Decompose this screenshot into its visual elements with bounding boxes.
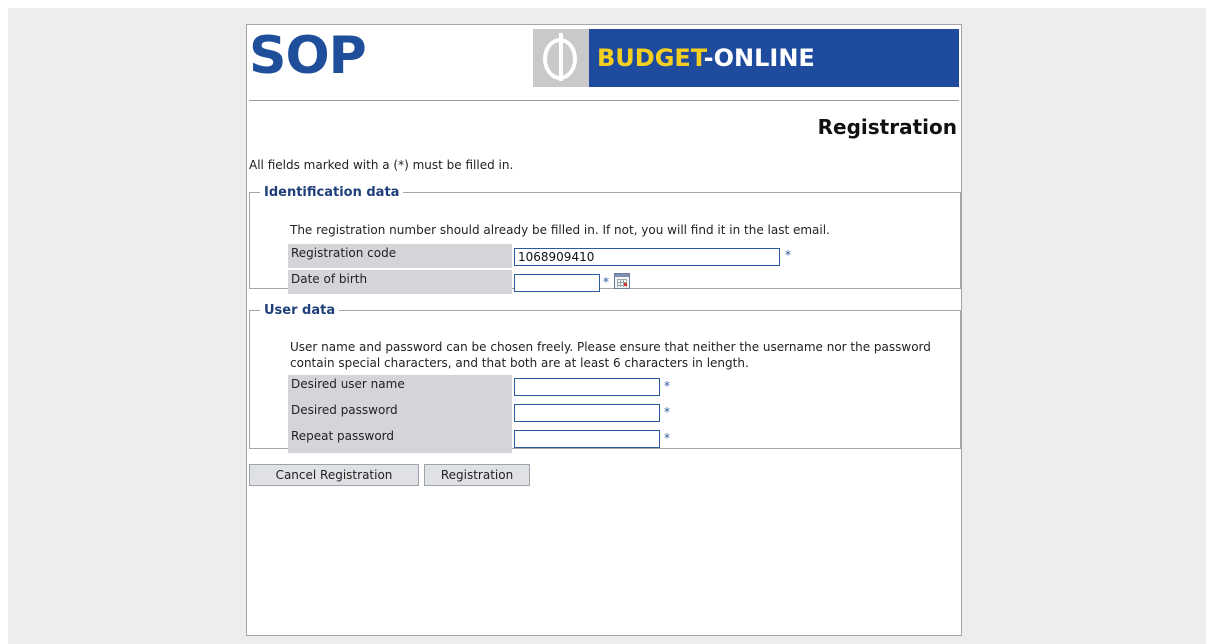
- banner-online-text: -ONLINE: [703, 44, 815, 72]
- username-required-mark: *: [664, 379, 670, 393]
- budget-online-title: BUDGET-ONLINE: [597, 29, 815, 87]
- page-title: Registration: [817, 115, 957, 139]
- required-fields-note: All fields marked with a (*) must be fil…: [249, 158, 514, 172]
- repeat-password-required-mark: *: [664, 431, 670, 445]
- sop-logo: SOP: [249, 26, 367, 86]
- user-data-legend: User data: [264, 303, 336, 318]
- date-of-birth-input[interactable]: [514, 274, 600, 292]
- password-required-mark: *: [664, 405, 670, 419]
- username-input[interactable]: [514, 378, 660, 396]
- repeat-password-label: Repeat password: [291, 429, 395, 443]
- phi-logo-icon: [533, 29, 589, 87]
- identification-legend: Identification data: [264, 185, 400, 200]
- registration-code-input[interactable]: [514, 248, 780, 266]
- user-data-fieldset: User data User name and password can be …: [249, 303, 961, 453]
- date-of-birth-label: Date of birth: [288, 270, 512, 294]
- calendar-icon[interactable]: [614, 273, 630, 289]
- date-of-birth-required-mark: *: [603, 275, 609, 289]
- identification-fieldset: Identification data The registration num…: [249, 185, 961, 294]
- header-divider: [249, 100, 959, 101]
- identification-hint: The registration number should already b…: [290, 223, 830, 237]
- registration-code-label: Registration code: [288, 244, 512, 268]
- username-label: Desired user name: [291, 377, 405, 391]
- password-input[interactable]: [514, 404, 660, 422]
- cancel-registration-button[interactable]: Cancel Registration: [249, 464, 419, 486]
- registration-code-required-mark: *: [785, 248, 791, 262]
- user-data-hint: User name and password can be chosen fre…: [290, 340, 931, 370]
- repeat-password-input[interactable]: [514, 430, 660, 448]
- header: SOP BUDGET-ONLINE: [247, 25, 961, 91]
- registration-frame: SOP BUDGET-ONLINE Registration All field…: [246, 24, 962, 636]
- budget-online-banner: BUDGET-ONLINE: [533, 29, 959, 87]
- registration-button[interactable]: Registration: [424, 464, 530, 486]
- password-label: Desired password: [291, 403, 398, 417]
- banner-budget-text: BUDGET: [597, 44, 704, 72]
